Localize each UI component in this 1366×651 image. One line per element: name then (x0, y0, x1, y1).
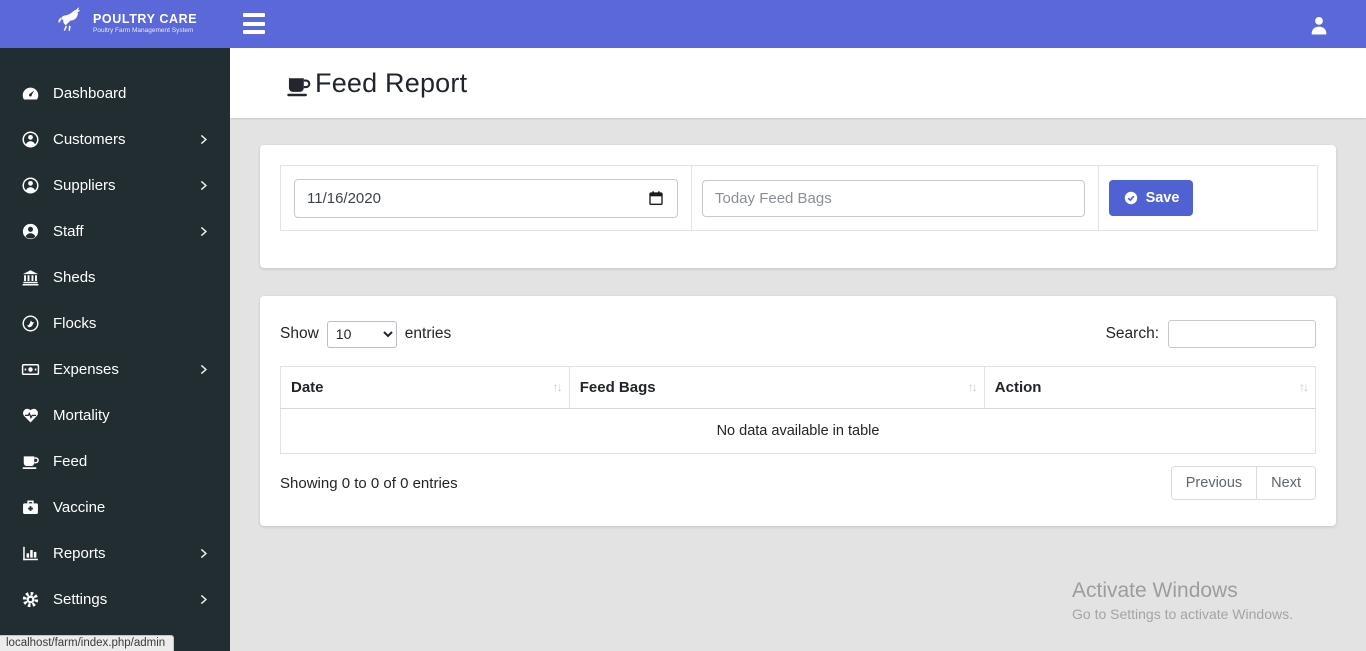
sidebar-item-label: Sheds (53, 268, 96, 286)
feed-bags-cell (692, 166, 1099, 230)
sidebar-item-label: Settings (53, 590, 108, 608)
heartbeat-icon (21, 406, 40, 425)
table-header-row: Date ↑↓ Feed Bags ↑↓ Action ↑↓ (280, 366, 1317, 409)
sort-arrows-icon: ↑↓ (967, 380, 978, 394)
chevron-right-icon (197, 593, 210, 606)
browser-status-url: localhost/farm/index.php/admin (0, 635, 175, 651)
sidebar-nav: Dashboard Customers Suppliers Staff Shed… (0, 48, 230, 651)
sidebar-item-dashboard[interactable]: Dashboard (0, 70, 230, 116)
bank-icon (21, 268, 40, 287)
sort-arrows-icon: ↑↓ (552, 380, 563, 394)
money-bill-icon (21, 360, 40, 379)
save-button-label: Save (1145, 190, 1180, 206)
previous-page-button[interactable]: Previous (1171, 467, 1257, 499)
show-label: Show (280, 325, 319, 342)
sidebar-item-label: Dashboard (53, 84, 127, 102)
top-navbar: POULTRY CARE Poultry Farm Management Sys… (0, 0, 1366, 48)
table-search-control: Search: (1106, 320, 1316, 348)
bar-chart-icon (21, 544, 40, 563)
feed-date-input[interactable] (294, 178, 678, 218)
sidebar-item-feed[interactable]: Feed (0, 438, 230, 484)
user-circle-icon (21, 130, 40, 149)
date-cell (281, 166, 692, 230)
mug-icon (21, 452, 40, 471)
page-length-select[interactable]: 10 (326, 320, 397, 348)
search-label: Search: (1105, 325, 1159, 342)
rooster-logo-icon (56, 4, 86, 43)
chevron-right-icon (197, 225, 210, 238)
sidebar-item-mortality[interactable]: Mortality (0, 392, 230, 438)
sidebar-item-flocks[interactable]: Flocks (0, 300, 230, 346)
page-title: Feed Report (315, 67, 468, 98)
feed-report-table: Date ↑↓ Feed Bags ↑↓ Action ↑↓ No data a… (280, 366, 1317, 454)
sidebar-item-label: Feed (53, 452, 88, 470)
table-info-text: Showing 0 to 0 of 0 entries (280, 474, 458, 492)
sidebar-item-vaccine[interactable]: Vaccine (0, 484, 230, 530)
sidebar-item-sheds[interactable]: Sheds (0, 254, 230, 300)
feed-entry-form: Save (280, 165, 1318, 231)
brand-logo[interactable]: POULTRY CARE Poultry Farm Management Sys… (56, 4, 197, 43)
sidebar-item-suppliers[interactable]: Suppliers (0, 162, 230, 208)
page-title-bar: Feed Report (230, 48, 1366, 118)
sidebar-item-customers[interactable]: Customers (0, 116, 230, 162)
activate-windows-watermark: Activate Windows Go to Settings to activ… (1072, 579, 1293, 622)
sidebar-item-label: Suppliers (53, 176, 116, 194)
tachometer-icon (21, 84, 40, 103)
chevron-right-icon (197, 179, 210, 192)
check-circle-icon (1123, 190, 1139, 206)
sidebar-item-label: Mortality (53, 406, 110, 424)
chevron-right-icon (197, 547, 210, 560)
sidebar-item-label: Customers (53, 130, 126, 148)
chevron-right-icon (197, 133, 210, 146)
brand-text: POULTRY CARE Poultry Farm Management Sys… (93, 11, 198, 35)
pagination: Previous Next (1170, 466, 1316, 500)
table-search-input[interactable] (1168, 320, 1316, 348)
sidebar-item-staff[interactable]: Staff (0, 208, 230, 254)
empty-table-row: No data available in table (280, 408, 1316, 454)
column-header-date[interactable]: Date ↑↓ (280, 366, 570, 409)
medkit-icon (21, 498, 40, 517)
entries-label: entries (404, 325, 452, 342)
watermark-line1: Activate Windows (1072, 579, 1238, 602)
gear-icon (21, 590, 40, 609)
column-header-feed-bags[interactable]: Feed Bags ↑↓ (568, 366, 985, 409)
main-content: Feed Report 11/16/2020 Today Feed Bags S… (230, 48, 1366, 651)
mug-icon (285, 72, 312, 99)
save-cell: Save (1099, 166, 1317, 230)
entries-length-control: Show 10 entries (280, 320, 452, 348)
sidebar-item-settings[interactable]: Settings (0, 576, 230, 622)
watermark-line2: Go to Settings to activate Windows. (1072, 606, 1293, 622)
user-circle-icon (21, 176, 40, 195)
sidebar-item-label: Reports (53, 544, 106, 562)
feed-report-table-card: Show 10 entries Search: Date ↑↓ Feed Bag… (260, 296, 1336, 526)
user-account-icon[interactable] (1306, 12, 1332, 38)
column-header-action[interactable]: Action ↑↓ (983, 366, 1317, 409)
sidebar-item-label: Vaccine (53, 498, 106, 516)
save-button[interactable]: Save (1109, 180, 1193, 216)
sidebar-item-expenses[interactable]: Expenses (0, 346, 230, 392)
sort-arrows-icon: ↑↓ (1299, 380, 1309, 394)
sidebar-item-reports[interactable]: Reports (0, 530, 230, 576)
feed-bags-input[interactable] (702, 179, 1085, 217)
sidebar-item-label: Expenses (53, 360, 119, 378)
next-page-button[interactable]: Next (1256, 467, 1315, 499)
feed-entry-card: Save (260, 145, 1336, 268)
brand-subtitle: Poultry Farm Management System (93, 26, 194, 34)
brand-title: POULTRY CARE (93, 11, 198, 26)
user-solid-circle-icon (21, 222, 40, 241)
bird-circle-icon (21, 314, 40, 333)
sidebar-item-label: Staff (53, 222, 84, 240)
empty-table-message: No data available in table (280, 408, 1316, 454)
sidebar-toggle-hamburger-icon[interactable] (243, 13, 265, 34)
chevron-right-icon (197, 363, 210, 376)
sidebar-item-label: Flocks (53, 314, 97, 332)
